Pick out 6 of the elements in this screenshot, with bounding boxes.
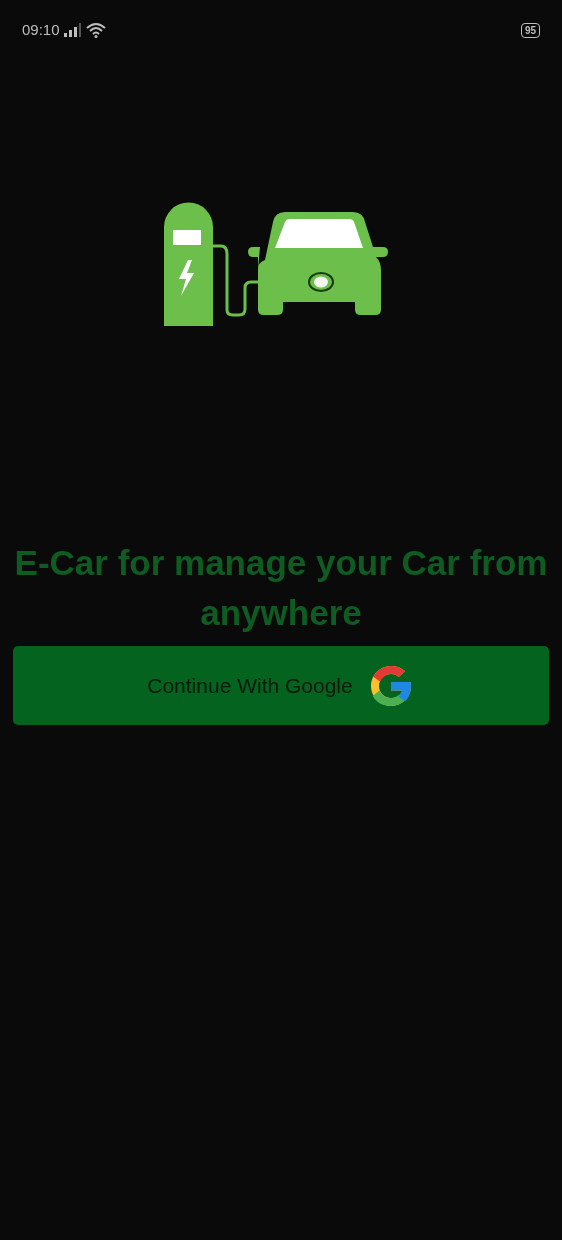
wifi-icon xyxy=(85,22,106,38)
headline: E-Car for manage your Car from anywhere xyxy=(13,542,549,634)
status-time: 09:10 xyxy=(22,19,60,40)
battery-indicator: 95 xyxy=(520,22,540,38)
signal-icon xyxy=(63,23,82,37)
google-sign-in-button[interactable]: Continue With Google xyxy=(13,646,549,725)
